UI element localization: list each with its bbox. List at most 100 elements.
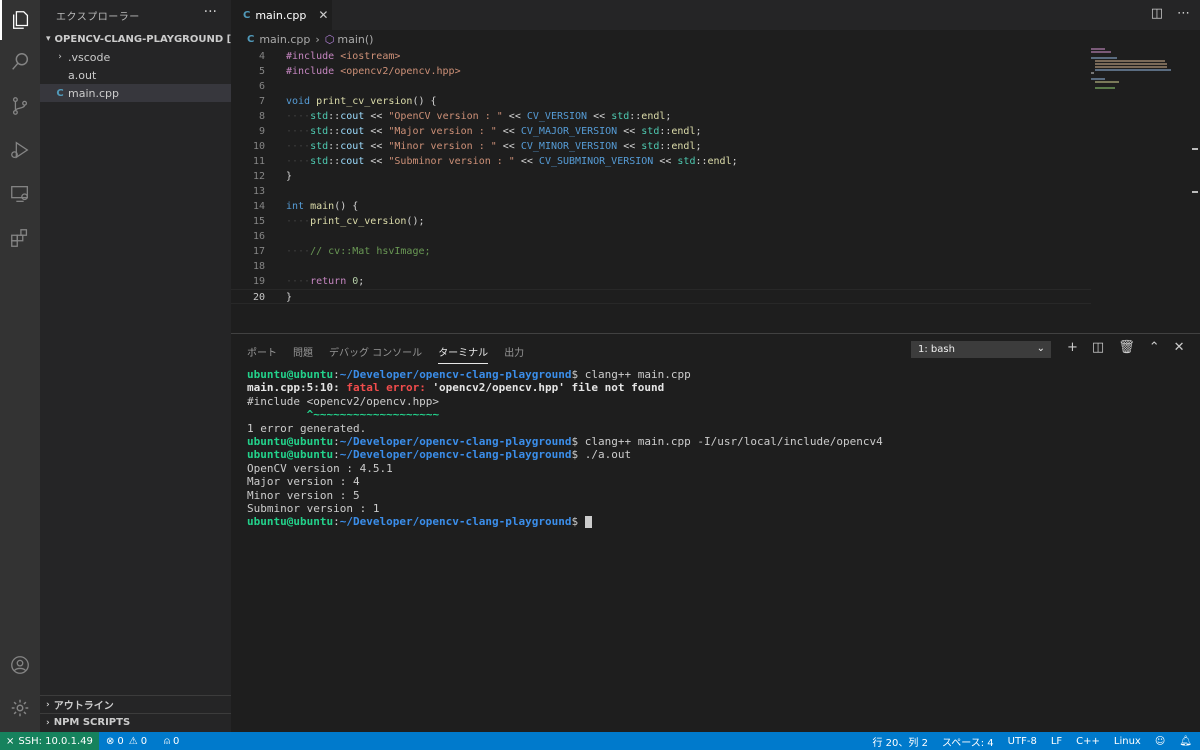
section-label: アウトライン [53,701,114,712]
code-line[interactable]: 14 int main() { [231,199,1091,214]
more-actions-icon[interactable]: ⋯ [1177,6,1190,21]
code-text: ····return 0; [286,276,365,287]
ports-indicator[interactable]: ⍝ 0 [164,732,179,750]
end-of-line[interactable]: LF [1051,736,1062,747]
code-line[interactable]: 7 void print_cv_version() { [231,94,1091,109]
bell-icon[interactable]: 🔔︎ [1179,736,1192,747]
explorer-sidebar: エクスプローラー ··· ▾ OPENCV-CLANG-PLAYGROUND [… [40,0,231,732]
code-line[interactable]: 17 ····// cv::Mat hsvImage; [231,244,1091,259]
split-terminal-icon[interactable]: ◫ [1092,340,1104,355]
tree-item-aout[interactable]: a.out [40,66,231,84]
code-line[interactable]: 12} [231,169,1091,184]
indentation[interactable]: スペース: 4 [942,734,994,749]
chevron-down-icon: ⌄ [1036,343,1045,354]
status-bar: ⨯ SSH: 10.0.1.49 ⊗ 0 ⚠ 0 ⍝ 0 行 20、列 2 スペ… [0,732,1200,750]
code-line[interactable]: 11 ····std::cout << "Subminor version : "… [231,154,1091,169]
tab-output[interactable]: 出力 [504,344,524,364]
terminal-line: main.cpp:5:10: fatal error: 'opencv2/ope… [247,381,665,395]
code-line[interactable]: 19 ····return 0; [231,274,1091,289]
chevron-right-icon: › [46,717,50,728]
tab-problems[interactable]: 問題 [293,344,313,364]
line-number: 15 [252,216,265,227]
problems-indicator[interactable]: ⊗ 0 ⚠ 0 [106,732,147,750]
ports-count: 0 [173,735,180,747]
line-number: 9 [258,126,265,137]
section-label: NPM SCRIPTS [53,717,131,728]
line-number: 7 [258,96,265,107]
breadcrumb-file[interactable]: main.cpp [259,33,310,46]
code-line[interactable]: 20} [231,289,1091,304]
remote-indicator[interactable]: ⨯ SSH: 10.0.1.49 [0,732,99,750]
line-number: 12 [252,171,265,182]
code-line[interactable]: 13 [231,184,1091,199]
line-number: 13 [252,186,265,197]
chevron-right-icon: › [58,52,62,62]
terminal-line: ^~~~~~~~~~~~~~~~~~~~ [306,408,440,422]
code-text: ····std::cout << "OpenCV version : " << … [286,111,672,122]
cursor-position[interactable]: 行 20、列 2 [873,734,928,749]
minimap[interactable] [1091,48,1191,108]
chevron-up-icon[interactable]: ⌃ [1149,340,1160,355]
code-line[interactable]: 18 [231,259,1091,274]
remote-explorer-icon[interactable] [0,174,40,214]
code-line[interactable]: 9 ····std::cout << "Major version : " << … [231,124,1091,139]
error-icon: ⊗ [106,735,115,747]
line-number: 11 [252,156,265,167]
explorer-icon[interactable] [0,0,40,40]
os-indicator[interactable]: Linux [1114,736,1141,747]
workspace-folder[interactable]: ▾ OPENCV-CLANG-PLAYGROUND [S... [40,30,231,48]
gear-icon[interactable] [0,688,40,728]
extensions-icon[interactable] [0,218,40,258]
status-right: 行 20、列 2 スペース: 4 UTF-8 LF C++ Linux ☺ 🔔︎ [873,732,1193,750]
language-mode[interactable]: C++ [1076,736,1100,747]
sidebar-title: エクスプローラー [56,12,140,23]
errors-count: 0 [117,735,124,747]
add-terminal-icon[interactable]: + [1067,340,1078,355]
workspace-folder-label: OPENCV-CLANG-PLAYGROUND [S... [54,33,231,45]
bottom-panel: ポート 問題 デバッグ コンソール ターミナル 出力 1: bash ⌄ + ◫… [231,333,1200,732]
code-line[interactable]: 6 [231,79,1091,94]
more-actions-icon[interactable]: ··· [204,4,217,20]
terminal-output[interactable]: ubuntu@ubuntu:~/Developer/opencv-clang-p… [247,368,883,529]
run-debug-icon[interactable] [0,130,40,170]
code-line[interactable]: 5 #include <opencv2/opencv.hpp> [231,64,1091,79]
search-icon[interactable] [0,42,40,82]
tab-terminal[interactable]: ターミナル [438,344,489,364]
tab-label: main.cpp [255,8,307,22]
breadcrumb-symbol[interactable]: main() [337,33,373,46]
code-line[interactable]: 10 ····std::cout << "Minor version : " <<… [231,139,1091,154]
code-text: ····std::cout << "Subminor version : " <… [286,156,738,167]
terminal-line: #include <opencv2/opencv.hpp> [247,394,440,408]
terminal-line: ubuntu@ubuntu:~/Developer/opencv-clang-p… [247,448,632,462]
outline-section[interactable]: › アウトライン [40,695,231,713]
code-text: ····print_cv_version(); [286,216,425,227]
npm-scripts-section[interactable]: › NPM SCRIPTS [40,713,231,731]
tab-main-cpp[interactable]: C main.cpp ✕ [231,0,332,30]
tab-ports[interactable]: ポート [247,344,277,364]
terminal-line: OpenCV version : 4.5.1 [247,461,393,475]
close-icon[interactable]: ✕ [1174,340,1185,355]
feedback-icon[interactable]: ☺ [1155,736,1165,747]
tree-item-main-cpp[interactable]: C main.cpp [40,84,231,102]
chevron-down-icon: ▾ [46,34,51,44]
code-line[interactable]: 15 ····print_cv_version(); [231,214,1091,229]
scrollbar-marker [1192,191,1198,193]
code-text: int main() { [286,201,359,212]
source-control-icon[interactable] [0,86,40,126]
close-icon[interactable]: ✕ [318,8,328,22]
tab-debug-console[interactable]: デバッグ コンソール [329,344,422,364]
split-editor-icon[interactable]: ◫ [1151,6,1163,21]
code-line[interactable]: 8 ····std::cout << "OpenCV version : " <<… [231,109,1091,124]
account-icon[interactable] [0,645,40,685]
code-line[interactable]: 4 #include <iostream> [231,49,1091,64]
code-editor[interactable]: 4 #include <iostream> 5 #include <opencv2/o… [231,48,1200,333]
code-text: ····// cv::Mat hsvImage; [286,246,431,257]
remote-label: SSH: 10.0.1.49 [18,735,93,747]
code-text: } [286,292,293,303]
encoding[interactable]: UTF-8 [1008,736,1037,747]
cpp-file-icon: C [247,33,255,45]
tree-item-vscode[interactable]: › .vscode [40,48,231,66]
trash-icon[interactable]: 🗑 [1118,340,1135,355]
terminal-select[interactable]: 1: bash ⌄ [911,341,1051,358]
code-line[interactable]: 16 [231,229,1091,244]
